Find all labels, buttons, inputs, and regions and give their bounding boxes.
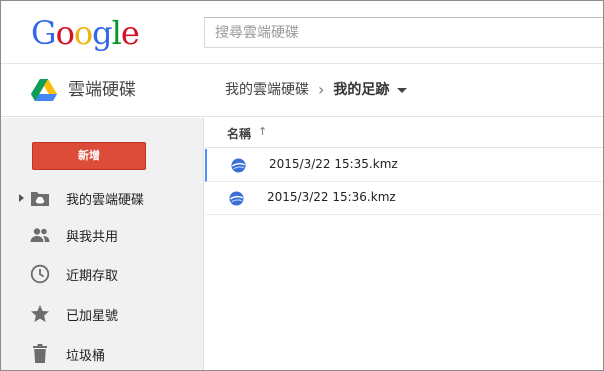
drive-logo-icon	[31, 79, 57, 101]
logo-letter: g	[92, 14, 113, 52]
breadcrumb-separator: ›	[318, 80, 325, 99]
logo-letter: G	[31, 14, 57, 52]
top-bar: Google	[1, 1, 603, 63]
drive-header: 雲端硬碟 我的雲端硬碟 › 我的足跡	[1, 63, 603, 117]
file-name: 2015/3/22 15:35.kmz	[269, 157, 398, 171]
breadcrumb: 我的雲端硬碟 › 我的足跡	[225, 79, 408, 101]
sidebar: 新增 我的雲端硬碟 與我共用 近期存取 已加星號 垃圾桶	[1, 118, 204, 370]
file-list: 名稱 ↑ 2015/3/22 15:35.kmz 2015/3/22 15:36…	[205, 118, 603, 370]
sidebar-item-recent[interactable]: 近期存取	[1, 256, 204, 292]
google-earth-icon	[231, 158, 246, 173]
chevron-down-icon[interactable]	[397, 87, 408, 93]
star-icon	[30, 304, 50, 324]
sidebar-item-label: 我的雲端硬碟	[66, 192, 145, 208]
trash-icon	[30, 344, 50, 364]
sidebar-item-shared-with-me[interactable]: 與我共用	[1, 217, 204, 253]
breadcrumb-current[interactable]: 我的足跡	[333, 79, 389, 101]
file-name: 2015/3/22 15:36.kmz	[267, 190, 396, 204]
logo-letter: o	[55, 14, 75, 52]
sidebar-item-label: 已加星號	[66, 308, 119, 324]
sidebar-item-label: 垃圾桶	[66, 348, 106, 364]
clock-icon	[30, 264, 50, 284]
google-earth-icon	[229, 191, 244, 206]
people-icon	[30, 225, 50, 245]
app-title: 雲端硬碟	[68, 80, 136, 100]
name-column-header[interactable]: 名稱	[227, 125, 251, 142]
search-input[interactable]	[205, 18, 603, 47]
app-window: Google 雲端硬碟 我的雲端硬碟 › 我的足跡 新增	[0, 0, 604, 371]
sidebar-item-starred[interactable]: 已加星號	[1, 296, 204, 332]
logo-letter: o	[73, 14, 93, 52]
logo-letter: l	[111, 14, 122, 52]
sidebar-item-my-drive[interactable]: 我的雲端硬碟	[1, 180, 204, 216]
file-row[interactable]: 2015/3/22 15:36.kmz	[205, 182, 603, 215]
new-button[interactable]: 新增	[32, 142, 146, 170]
search-box	[204, 17, 603, 48]
file-row[interactable]: 2015/3/22 15:35.kmz	[205, 149, 603, 182]
sidebar-item-label: 近期存取	[66, 268, 119, 284]
logo-letter: e	[120, 14, 140, 52]
drive-folder-icon	[30, 188, 50, 208]
sidebar-item-label: 與我共用	[66, 229, 119, 245]
breadcrumb-parent[interactable]: 我的雲端硬碟	[225, 79, 309, 101]
expand-arrow-icon[interactable]	[19, 194, 24, 202]
sidebar-item-trash[interactable]: 垃圾桶	[1, 336, 204, 370]
sort-ascending-icon[interactable]: ↑	[258, 125, 267, 138]
google-logo[interactable]: Google	[31, 13, 140, 53]
column-header: 名稱 ↑	[205, 118, 603, 148]
